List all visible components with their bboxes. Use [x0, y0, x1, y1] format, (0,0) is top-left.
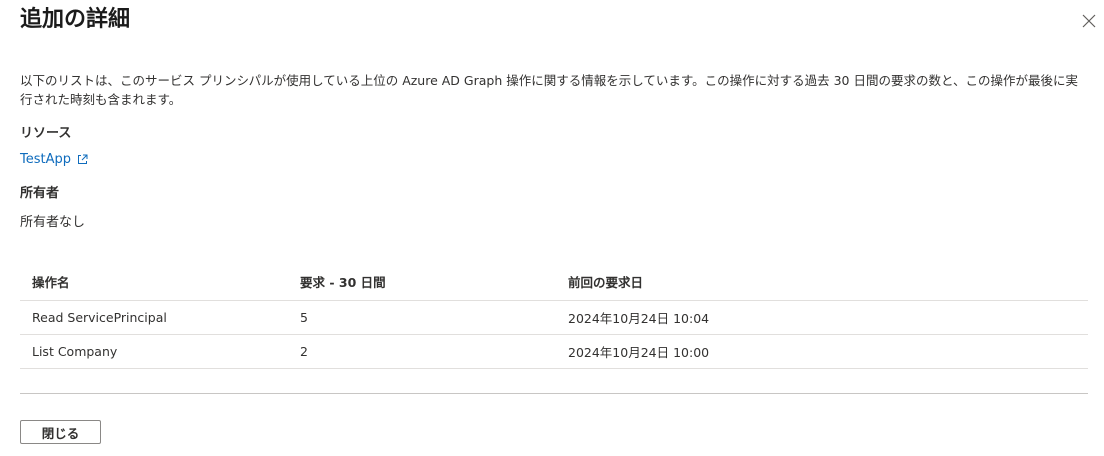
request-count-cell: 5	[288, 300, 556, 335]
column-header-operation: 操作名	[20, 262, 288, 301]
close-panel-button[interactable]	[1078, 10, 1100, 32]
table-row: List Company 2 2024年10月24日 10:00	[20, 334, 1088, 369]
close-button[interactable]: 閉じる	[20, 420, 101, 444]
external-link-icon	[78, 154, 88, 164]
resource-label: リソース	[20, 126, 72, 141]
footer-divider	[20, 393, 1088, 394]
last-request-cell: 2024年10月24日 10:00	[556, 334, 1088, 369]
table-header-row: 操作名 要求 - 30 日間 前回の要求日	[20, 262, 1088, 301]
last-request-cell: 2024年10月24日 10:04	[556, 300, 1088, 335]
column-header-requests: 要求 - 30 日間	[288, 262, 556, 301]
panel-title: 追加の詳細	[20, 7, 131, 32]
operations-table: 操作名 要求 - 30 日間 前回の要求日 Read ServicePrinci…	[20, 262, 1088, 369]
owner-value: 所有者なし	[20, 215, 86, 230]
owner-label: 所有者	[20, 186, 60, 201]
close-icon	[1082, 14, 1096, 28]
operation-name-cell: List Company	[20, 334, 288, 369]
resource-link[interactable]: TestApp	[20, 152, 88, 167]
column-header-last-request: 前回の要求日	[556, 262, 1088, 301]
resource-link-text: TestApp	[20, 152, 71, 167]
details-panel: 追加の詳細 以下のリストは、このサービス プリンシパルが使用している上位の Az…	[0, 0, 1104, 456]
request-count-cell: 2	[288, 334, 556, 369]
description-text: 以下のリストは、このサービス プリンシパルが使用している上位の Azure AD…	[20, 73, 1078, 107]
table-row: Read ServicePrincipal 5 2024年10月24日 10:0…	[20, 300, 1088, 335]
operation-name-cell: Read ServicePrincipal	[20, 300, 288, 335]
